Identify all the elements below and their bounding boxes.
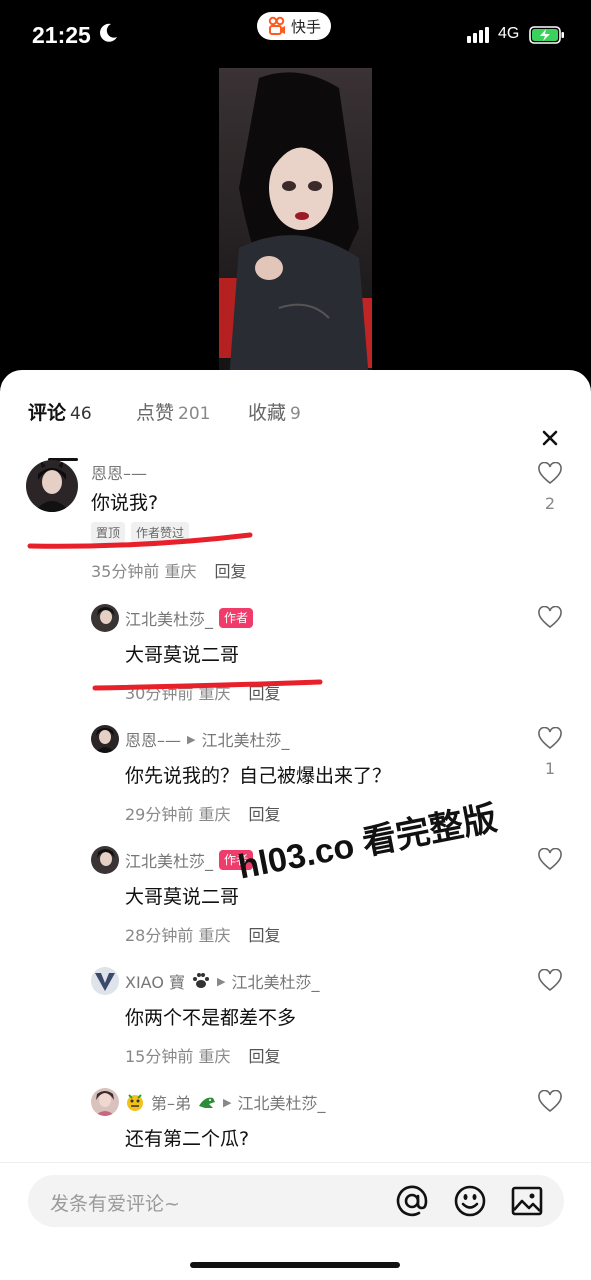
reply-button[interactable]: 回复 — [248, 926, 280, 945]
comment-text: 你先说我的？自己被爆出来了？ — [125, 765, 392, 787]
tab-comments[interactable]: 评论 46 — [28, 398, 92, 425]
heart-icon[interactable] — [537, 1090, 563, 1114]
avatar[interactable] — [91, 846, 119, 874]
avatar[interactable] — [91, 604, 119, 632]
tab-count: 201 — [178, 404, 211, 424]
comment-time: 35分钟前 — [91, 562, 160, 581]
tab-count: 9 — [290, 404, 301, 424]
comment-text: 大哥莫说二哥 — [125, 886, 240, 908]
reply-to-username[interactable]: 江北美杜莎_ — [237, 1090, 325, 1114]
comment-time: 30分钟前 — [125, 684, 194, 703]
video-frame — [219, 68, 372, 380]
tab-likes[interactable]: 点赞 201 — [136, 398, 210, 425]
comment-username[interactable]: XIAO 寶 ▶ 江北美杜莎_ — [125, 969, 320, 993]
comment-username[interactable]: 恩恩–— ▶ 江北美杜莎_ — [125, 727, 290, 751]
comment-username[interactable]: 恩恩–— — [91, 460, 147, 484]
comment-text: 你两个不是都差不多 — [125, 1007, 297, 1029]
tab-count: 46 — [70, 404, 92, 424]
comment-time: 15分钟前 — [125, 1047, 194, 1066]
like-count: 1 — [544, 759, 556, 778]
comment-input-placeholder: 发条有爱评论~ — [50, 1193, 180, 1215]
heart-icon[interactable] — [537, 606, 563, 630]
reply-button[interactable]: 回复 — [248, 805, 280, 824]
reply-arrow-icon: ▶ — [217, 974, 226, 988]
avatar[interactable] — [91, 967, 119, 995]
comment-text: 你说我? — [91, 492, 159, 514]
reply-to-username[interactable]: 江北美杜莎_ — [201, 727, 289, 751]
battery-charging-icon — [529, 26, 564, 44]
username-text: 恩恩–— — [91, 464, 148, 483]
reply-arrow-icon: ▶ — [223, 1095, 232, 1109]
pinned-tag: 置顶 — [91, 522, 126, 543]
tab-label: 点赞 — [136, 402, 175, 424]
heart-icon[interactable] — [537, 727, 563, 751]
status-bar: 21:25 快手 4G — [0, 0, 591, 70]
comment-text: 大哥莫说二哥 — [125, 644, 240, 666]
comment-time: 28分钟前 — [125, 926, 194, 945]
username-text: XIAO 寶 — [125, 973, 186, 992]
video-player[interactable] — [219, 68, 372, 380]
comment-meta: 30分钟前 重庆 回复 — [125, 680, 281, 704]
heart-icon[interactable] — [537, 969, 563, 993]
paw-emoji-icon — [193, 973, 210, 988]
comment-location: 重庆 — [198, 926, 231, 945]
comment-tabs: 评论 46 点赞 201 收藏 9 — [0, 398, 591, 461]
username-text: 江北美杜莎_ — [125, 610, 214, 629]
comment-time: 29分钟前 — [125, 805, 194, 824]
avatar[interactable] — [26, 460, 78, 512]
author-badge: 作者 — [219, 608, 254, 628]
crocodile-emoji-icon — [199, 1097, 216, 1108]
network-type: 4G — [498, 25, 520, 42]
mention-icon[interactable] — [395, 1184, 429, 1218]
moon-icon — [100, 23, 117, 42]
reply-to-username[interactable]: 江北美杜莎_ — [232, 969, 320, 993]
status-time: 21:25 — [32, 22, 91, 48]
comment-meta: 15分钟前 重庆 回复 — [125, 1043, 281, 1067]
like-count: 2 — [544, 494, 556, 513]
comment-username[interactable]: 江北美杜莎_ 作者 — [125, 606, 254, 630]
comment-location: 重庆 — [198, 1047, 231, 1066]
tab-label: 收藏 — [248, 402, 287, 424]
reply-button[interactable]: 回复 — [248, 1047, 280, 1066]
kuaishou-logo-icon — [268, 16, 285, 35]
comment-meta: 29分钟前 重庆 回复 — [125, 801, 281, 825]
comment-meta: 35分钟前 重庆 回复 — [91, 558, 247, 582]
author-liked-tag: 作者赞过 — [131, 522, 190, 543]
reply-arrow-icon: ▶ — [187, 732, 196, 746]
reply-button[interactable]: 回复 — [248, 684, 280, 703]
app-name: 快手 — [291, 17, 322, 36]
comment-meta: 28分钟前 重庆 回复 — [125, 922, 281, 946]
comment-username[interactable]: 江北美杜莎_ 作者 — [125, 848, 254, 872]
username-text: 江北美杜莎_ — [125, 852, 214, 871]
reply-button[interactable]: 回复 — [214, 562, 246, 581]
app-indicator[interactable]: 快手 — [257, 12, 332, 40]
username-text: 第–弟 — [151, 1094, 192, 1113]
comment-tags: 置顶 作者赞过 — [91, 522, 195, 543]
avatar[interactable] — [91, 1088, 119, 1116]
heart-icon[interactable] — [537, 462, 563, 486]
username-text: 恩恩–— — [125, 731, 182, 750]
comment-text: 还有第二个瓜? — [125, 1128, 250, 1150]
tab-label: 评论 — [28, 402, 67, 424]
comment-location: 重庆 — [198, 684, 231, 703]
image-icon[interactable] — [510, 1184, 544, 1218]
close-icon[interactable] — [536, 424, 564, 452]
home-indicator[interactable] — [190, 1262, 400, 1268]
comment-location: 重庆 — [164, 562, 197, 581]
dragon-emoji-icon — [127, 1094, 143, 1111]
comment-sheet: 评论 46 点赞 201 收藏 9 恩恩–— 你说我? 置顶 作者赞过 35分钟前 重 — [0, 370, 591, 1280]
emoji-icon[interactable] — [453, 1184, 487, 1218]
comment-username[interactable]: 第–弟 ▶ 江北美杜莎_ — [125, 1090, 326, 1114]
tab-favorites[interactable]: 收藏 9 — [248, 398, 301, 425]
signal-icon — [467, 27, 489, 43]
heart-icon[interactable] — [537, 848, 563, 872]
avatar[interactable] — [91, 725, 119, 753]
comment-location: 重庆 — [198, 805, 231, 824]
